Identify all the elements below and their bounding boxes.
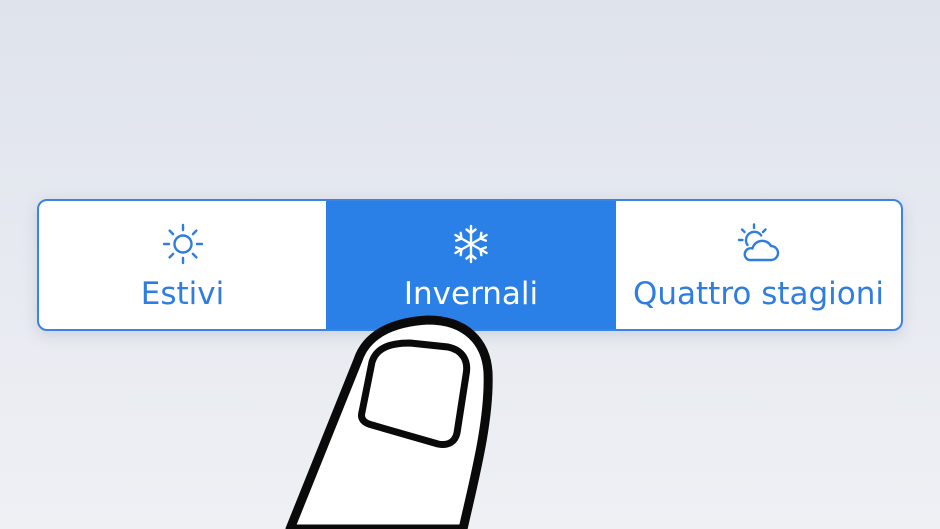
sun-icon bbox=[162, 223, 203, 265]
segment-winter-label: Invernali bbox=[403, 276, 539, 312]
segment-summer[interactable]: Estivi bbox=[39, 201, 326, 329]
sun-cloud-icon bbox=[737, 223, 779, 262]
fingernail bbox=[358, 339, 471, 448]
tire-season-segmented-control: Estivi Invernali Quattro stagioni bbox=[37, 199, 903, 331]
finger-outline bbox=[285, 315, 493, 529]
snowflake-icon bbox=[454, 224, 488, 264]
segment-summer-label: Estivi bbox=[140, 276, 225, 312]
segment-winter[interactable]: Invernali bbox=[326, 201, 616, 329]
segment-all-season-label: Quattro stagioni bbox=[632, 276, 885, 312]
segment-all-season[interactable]: Quattro stagioni bbox=[616, 201, 901, 329]
